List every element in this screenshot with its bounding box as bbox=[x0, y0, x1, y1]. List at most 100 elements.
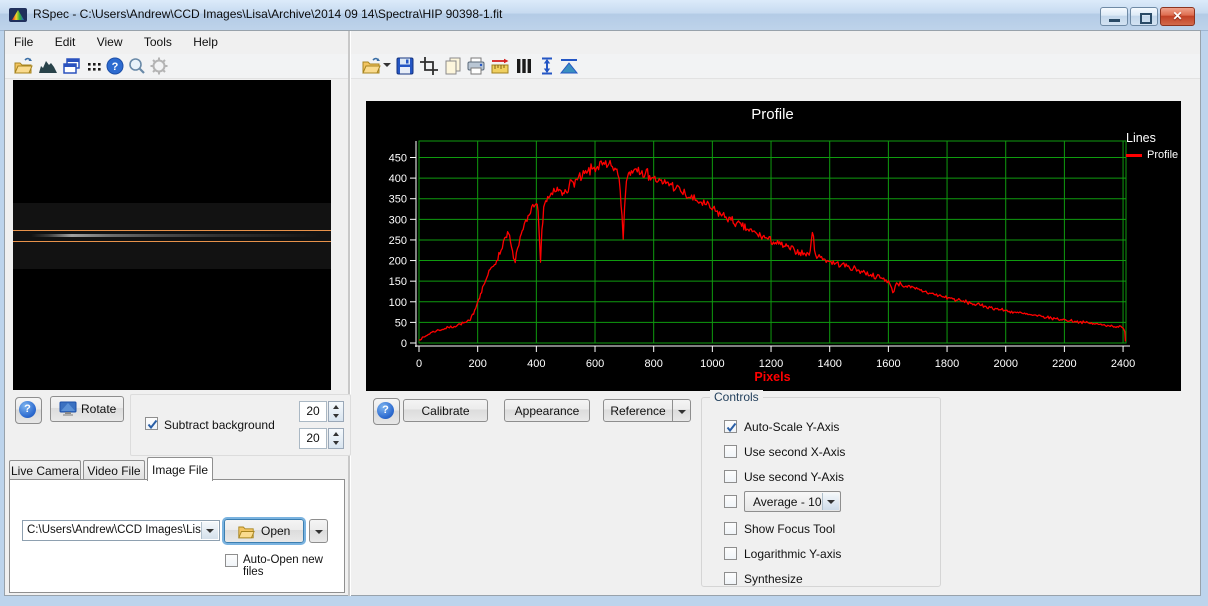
spinner-arrows[interactable] bbox=[328, 428, 344, 449]
tab-image-file[interactable]: Image File bbox=[147, 457, 213, 481]
help-button[interactable]: ? bbox=[15, 397, 42, 424]
legend-swatch bbox=[1126, 154, 1142, 157]
reference-button[interactable]: Reference bbox=[603, 399, 673, 422]
spinner-value[interactable]: 20 bbox=[299, 428, 327, 449]
spin-up-icon[interactable] bbox=[333, 405, 339, 409]
combo-dropdown-icon[interactable] bbox=[201, 522, 218, 539]
app-window: RSpec - C:\Users\Andrew\CCD Images\Lisa\… bbox=[0, 0, 1208, 606]
x-tick-label: 400 bbox=[527, 358, 545, 370]
app-icon bbox=[9, 6, 27, 24]
help-icon: ? bbox=[377, 402, 394, 419]
copy-icon[interactable] bbox=[443, 56, 463, 76]
image-preview[interactable] bbox=[13, 80, 331, 390]
columns-icon[interactable] bbox=[514, 56, 534, 76]
profile-series-line[interactable] bbox=[419, 161, 1125, 342]
y-tick-label: 400 bbox=[389, 173, 407, 185]
spin-down-icon[interactable] bbox=[333, 414, 339, 418]
second-x-axis-label: Use second X-Axis bbox=[744, 445, 845, 459]
x-tick-label: 1000 bbox=[700, 358, 724, 370]
window-title: RSpec - C:\Users\Andrew\CCD Images\Lisa\… bbox=[33, 7, 502, 21]
second-x-axis-checkbox[interactable] bbox=[724, 445, 737, 458]
y-tick-label: 50 bbox=[395, 317, 407, 329]
logarithmic-y-label: Logarithmic Y-axis bbox=[744, 547, 841, 561]
spectrum-trace bbox=[31, 234, 321, 237]
selection-line-top[interactable] bbox=[13, 230, 331, 231]
help-icon[interactable]: ? bbox=[105, 56, 125, 76]
average-checkbox[interactable] bbox=[724, 495, 737, 508]
spinner-value[interactable]: 20 bbox=[299, 401, 327, 422]
show-focus-tool-checkbox[interactable] bbox=[724, 522, 737, 535]
histogram-icon[interactable] bbox=[38, 56, 58, 76]
panel-splitter[interactable] bbox=[348, 31, 351, 596]
second-y-axis-checkbox[interactable] bbox=[724, 470, 737, 483]
zoom-icon[interactable] bbox=[127, 56, 147, 76]
x-tick-label: 800 bbox=[645, 358, 663, 370]
appearance-button[interactable]: Appearance bbox=[504, 399, 590, 422]
settings-icon[interactable] bbox=[149, 56, 169, 76]
subtract-background-group: Subtract background 20 20 bbox=[130, 394, 351, 456]
background-offset-bottom-spinner[interactable]: 20 bbox=[299, 428, 345, 449]
open-button[interactable]: Open bbox=[224, 519, 304, 543]
open-dropdown-arrow-icon[interactable] bbox=[383, 63, 391, 67]
menu-tools[interactable]: Tools bbox=[135, 31, 181, 54]
controls-group-title: Controls bbox=[710, 390, 763, 404]
minimize-icon bbox=[1109, 19, 1120, 22]
reference-dropdown-button[interactable] bbox=[672, 399, 691, 422]
close-button[interactable]: ✕ bbox=[1160, 7, 1195, 26]
x-tick-label: 200 bbox=[468, 358, 486, 370]
legend-title: Lines bbox=[1126, 131, 1178, 145]
x-tick-label: 1800 bbox=[935, 358, 959, 370]
y-tick-label: 150 bbox=[389, 276, 407, 288]
combo-dropdown-icon[interactable] bbox=[822, 493, 839, 510]
title-bar[interactable]: RSpec - C:\Users\Andrew\CCD Images\Lisa\… bbox=[0, 0, 1208, 31]
subtract-background-checkbox[interactable] bbox=[145, 417, 158, 430]
cascade-windows-icon[interactable] bbox=[62, 56, 82, 76]
spin-down-icon[interactable] bbox=[333, 441, 339, 445]
folder-icon bbox=[237, 524, 255, 539]
auto-open-checkbox[interactable] bbox=[225, 554, 238, 567]
show-focus-tool-label: Show Focus Tool bbox=[744, 522, 835, 536]
toolbar: ? bbox=[5, 54, 1200, 79]
controls-group: Controls Auto-Scale Y-Axis Use second X-… bbox=[701, 397, 941, 587]
chart-plot-area[interactable]: 0501001502002503003504004500200400600800… bbox=[366, 101, 1181, 391]
help-icon: ? bbox=[19, 401, 36, 418]
second-y-axis-label: Use second Y-Axis bbox=[744, 470, 844, 484]
auto-scale-y-checkbox[interactable] bbox=[724, 420, 737, 433]
average-combobox[interactable]: Average - 100 bbox=[744, 491, 841, 512]
file-path-combobox[interactable]: C:\Users\Andrew\CCD Images\Lisa bbox=[22, 520, 220, 541]
menu-edit[interactable]: Edit bbox=[46, 31, 85, 54]
fit-vertical-icon[interactable] bbox=[537, 56, 557, 76]
background-offset-top-spinner[interactable]: 20 bbox=[299, 401, 345, 422]
spin-up-icon[interactable] bbox=[333, 432, 339, 436]
x-tick-label: 2400 bbox=[1111, 358, 1135, 370]
minimize-button[interactable] bbox=[1100, 7, 1128, 26]
open-file-icon[interactable] bbox=[361, 56, 381, 76]
tab-live-camera[interactable]: Live Camera bbox=[9, 460, 81, 480]
synthesize-checkbox[interactable] bbox=[724, 572, 737, 585]
calibrate-button[interactable]: Calibrate bbox=[403, 399, 488, 422]
grid-dots-icon[interactable] bbox=[85, 56, 105, 76]
print-icon[interactable] bbox=[466, 56, 486, 76]
crop-icon[interactable] bbox=[419, 56, 439, 76]
close-icon: ✕ bbox=[1161, 9, 1194, 23]
x-tick-label: 1400 bbox=[817, 358, 841, 370]
logarithmic-y-checkbox[interactable] bbox=[724, 547, 737, 560]
save-icon[interactable] bbox=[395, 56, 415, 76]
tab-video-file[interactable]: Video File bbox=[83, 460, 145, 480]
measure-icon[interactable] bbox=[490, 56, 510, 76]
spinner-arrows[interactable] bbox=[328, 401, 344, 422]
rotate-label: Rotate bbox=[81, 402, 116, 416]
menu-help[interactable]: Help bbox=[184, 31, 227, 54]
fit-peak-icon[interactable] bbox=[559, 56, 579, 76]
open-file-icon[interactable] bbox=[13, 56, 33, 76]
menu-file[interactable]: File bbox=[5, 31, 42, 54]
rotate-button[interactable]: Rotate bbox=[50, 396, 124, 422]
restore-icon bbox=[1140, 13, 1152, 24]
selection-line-bottom[interactable] bbox=[13, 241, 331, 242]
profile-chart[interactable]: Profile 05010015020025030035040045002004… bbox=[366, 101, 1181, 391]
restore-button[interactable] bbox=[1130, 7, 1158, 26]
x-tick-label: 1200 bbox=[759, 358, 783, 370]
open-dropdown-button[interactable] bbox=[309, 519, 328, 543]
help-button[interactable]: ? bbox=[373, 398, 400, 425]
menu-view[interactable]: View bbox=[88, 31, 132, 54]
